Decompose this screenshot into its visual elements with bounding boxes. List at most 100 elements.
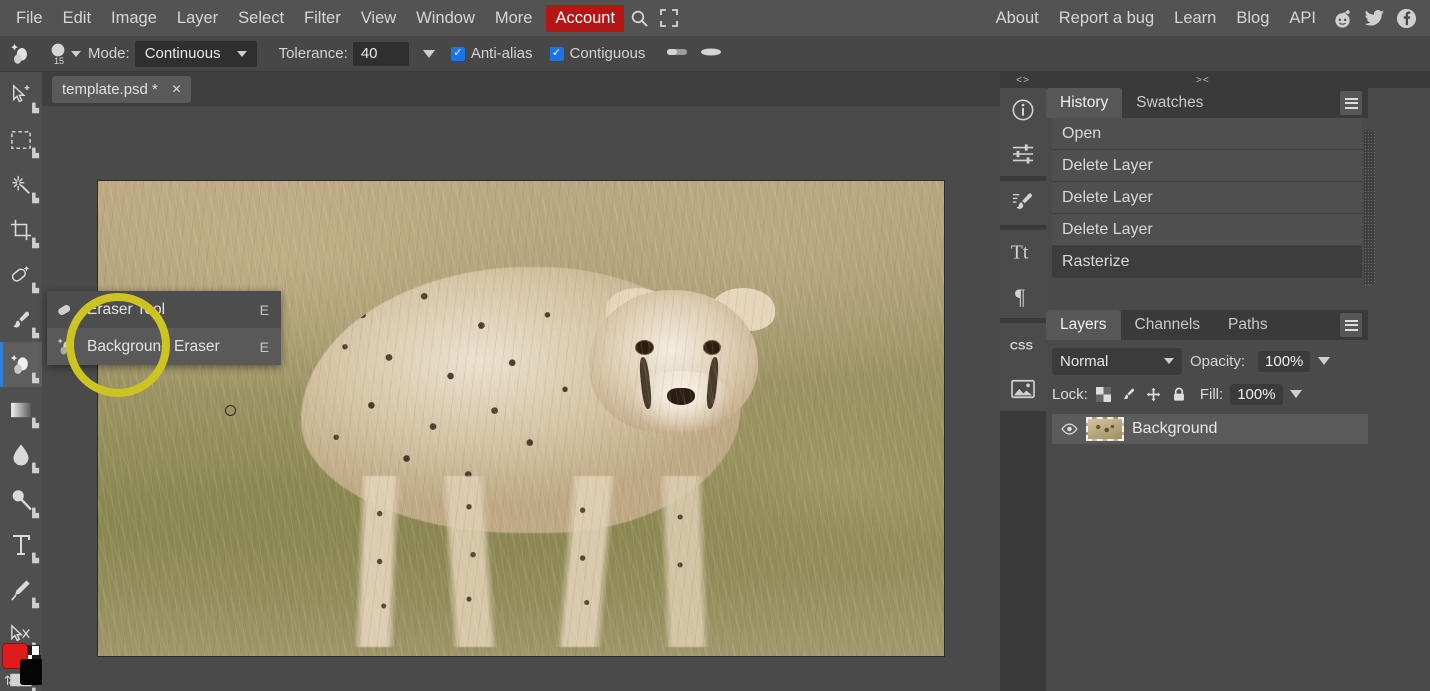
history-item[interactable]: Delete Layer [1052,182,1362,214]
brush-settings-icon[interactable] [1000,181,1046,225]
fill-input[interactable]: 100% [1230,383,1283,405]
history-panel-menu-button[interactable] [1340,91,1362,115]
pressure-opacity-icon[interactable] [700,45,722,63]
cheetah-leg-spots [334,475,741,647]
character-type-icon[interactable]: Tt [1000,230,1046,274]
menu-blog[interactable]: Blog [1226,5,1279,32]
reddit-icon[interactable] [1326,5,1358,31]
lock-all-icon[interactable] [1170,385,1188,403]
eraser-tool-flyout-menu[interactable]: Eraser Tool E Background Eraser E [47,291,281,365]
menu-select[interactable]: Select [228,5,294,32]
history-item[interactable]: Open [1052,118,1362,150]
tab-swatches[interactable]: Swatches [1122,88,1217,118]
layer-blend-row: Normal Opacity: 100% [1052,346,1368,376]
tool-group-indicator: ▙ [32,193,39,203]
layer-list[interactable]: Background [1052,414,1368,444]
menu-api[interactable]: API [1279,5,1326,32]
tolerance-dropdown-icon[interactable] [422,49,435,58]
color-swatches[interactable]: ⇅ [0,641,44,691]
fill-dropdown-icon[interactable] [1289,390,1302,398]
brush-tool[interactable]: ▙ [0,297,42,342]
history-list[interactable]: Open Delete Layer Delete Layer Delete La… [1052,118,1362,286]
menu-account-button[interactable]: Account [546,4,625,32]
menu-image[interactable]: Image [101,5,167,32]
document-tab-title: template.psd * [62,81,158,98]
tab-history[interactable]: History [1046,88,1123,118]
layer-row-background[interactable]: Background [1052,414,1368,444]
panel-collapse-toggle[interactable]: >< [1046,72,1430,88]
menu-window[interactable]: Window [406,5,485,32]
search-icon[interactable] [624,5,654,31]
rail-collapse-toggle[interactable]: <> [1000,72,1046,88]
lock-position-icon[interactable] [1145,385,1163,403]
dodge-tool[interactable]: ▙ [0,477,42,522]
menu-view[interactable]: View [351,5,406,32]
swap-colors-icon[interactable]: ⇅ [4,673,15,689]
history-scrollbar[interactable] [1364,130,1375,285]
history-item-disabled[interactable]: Background Eraser [1052,278,1362,286]
eye-visibility-icon[interactable] [1060,423,1078,435]
image-icon[interactable] [1000,367,1046,411]
menu-about[interactable]: About [986,5,1049,32]
image-canvas[interactable] [98,181,944,656]
brush-size-picker[interactable]: 15 [42,42,88,66]
layers-panel-menu-button[interactable] [1340,313,1362,337]
cheetah-legs [334,475,741,647]
marquee-tool[interactable]: ▙ [0,117,42,162]
menu-report-a-bug[interactable]: Report a bug [1049,5,1164,32]
tab-layers[interactable]: Layers [1046,310,1121,340]
fullscreen-icon[interactable] [654,5,684,31]
menu-learn[interactable]: Learn [1164,5,1226,32]
adjustments-icon[interactable] [1000,132,1046,176]
lock-image-icon[interactable] [1120,385,1138,403]
blur-tool[interactable]: ▙ [0,432,42,477]
checkmark-icon: ✓ [549,46,564,61]
css-icon[interactable]: CSS [1000,323,1046,367]
chevron-down-icon [236,50,247,57]
facebook-icon[interactable] [1390,5,1422,31]
history-item-selected[interactable]: Rasterize [1052,246,1362,278]
layer-lock-row: Lock: Fill: 100% [1052,380,1368,408]
history-item[interactable]: Delete Layer [1052,214,1362,246]
layer-thumbnail[interactable] [1086,417,1124,441]
menu-layer[interactable]: Layer [167,5,228,32]
menu-more[interactable]: More [485,5,543,32]
tolerance-input[interactable]: 40 [352,41,409,66]
twitter-icon[interactable] [1358,5,1390,31]
healing-brush-tool[interactable]: ▙ [0,252,42,297]
move-tool[interactable]: ▙ [0,72,42,117]
contiguous-checkbox[interactable]: ✓ Contiguous [549,45,651,62]
crop-tool[interactable]: ▙ [0,207,42,252]
background-eraser-icon[interactable] [0,42,42,66]
flyout-item-background-eraser[interactable]: Background Eraser E [47,328,281,365]
tab-paths[interactable]: Paths [1214,310,1282,340]
layer-name[interactable]: Background [1132,420,1217,438]
gradient-tool[interactable]: ▙ [0,387,42,432]
opacity-input[interactable]: 100% [1258,350,1311,372]
chevron-down-icon[interactable] [71,50,81,57]
opacity-dropdown-icon[interactable] [1318,357,1331,365]
tab-channels[interactable]: Channels [1121,310,1215,340]
cheetah-eye-left [635,340,654,356]
document-tab[interactable]: template.psd * × [52,76,192,103]
pressure-size-icon[interactable] [666,45,688,63]
menu-filter[interactable]: Filter [294,5,351,32]
menu-file[interactable]: File [6,5,53,32]
lock-transparency-icon[interactable] [1095,385,1113,403]
menu-edit[interactable]: Edit [53,5,101,32]
pen-tool[interactable]: ▙ [0,567,42,612]
antialias-label: Anti-alias [470,45,533,62]
paragraph-icon[interactable]: ¶ [1000,274,1046,318]
blend-mode-select[interactable]: Normal [1052,347,1182,375]
info-icon[interactable] [1000,88,1046,132]
background-color-block[interactable] [20,659,44,685]
antialias-checkbox[interactable]: ✓ Anti-alias [450,45,538,62]
magic-wand-tool[interactable]: ▙ [0,162,42,207]
flyout-item-eraser-tool[interactable]: Eraser Tool E [47,291,281,328]
background-eraser-tool[interactable]: ▙ [0,342,42,387]
mode-select[interactable]: Continuous [134,40,257,67]
close-icon[interactable]: × [172,81,181,98]
history-item[interactable]: Delete Layer [1052,150,1362,182]
canvas-photo [98,181,944,656]
type-tool[interactable]: ▙ [0,522,42,567]
